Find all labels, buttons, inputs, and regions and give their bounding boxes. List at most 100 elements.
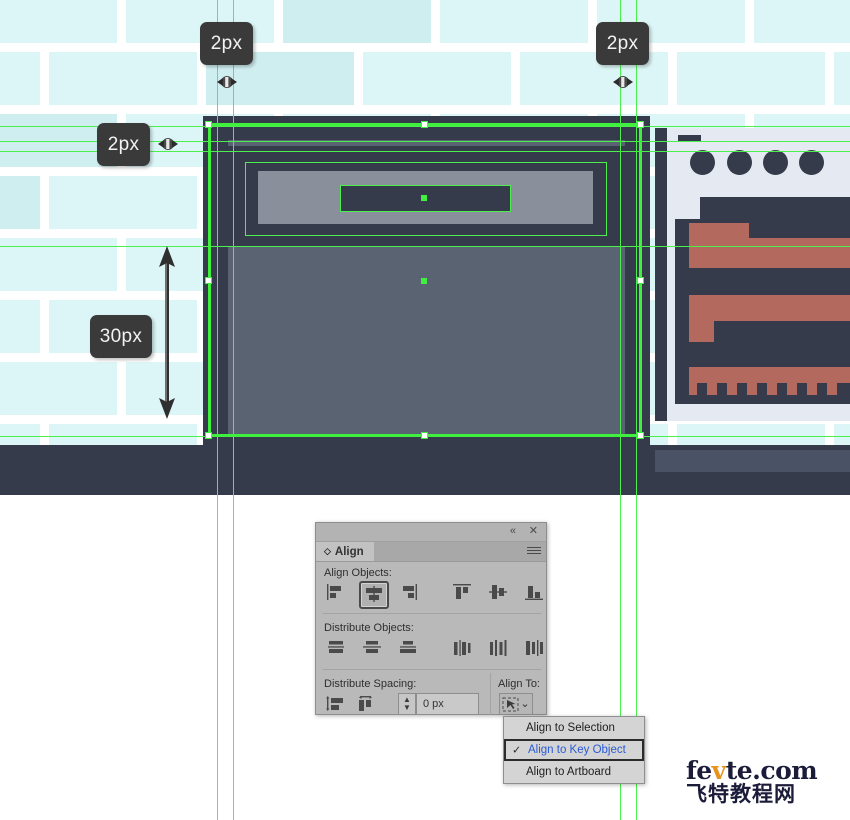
anchor-top-left[interactable]: [205, 121, 212, 128]
spacing-button-horizontal-distribute-spacing[interactable]: [353, 693, 379, 717]
double-arrow-cursor-icon: [216, 71, 238, 93]
right-panel-dot-3: [763, 150, 788, 175]
tab-align[interactable]: ◇ Align: [316, 542, 374, 561]
center-point-object: [421, 278, 427, 284]
right-bar-1a: [689, 223, 749, 239]
vertical-distribute-top-icon: [326, 639, 346, 660]
brick-tile: [834, 52, 850, 105]
anchor-bottom-right[interactable]: [637, 432, 644, 439]
align-button-vertical-align-center[interactable]: [485, 581, 511, 605]
anchor-middle-right[interactable]: [637, 277, 644, 284]
anchor-top-right[interactable]: [637, 121, 644, 128]
align-button-horizontal-align-right[interactable]: [395, 581, 421, 605]
selection-field-left: [340, 185, 341, 212]
align-to-button[interactable]: ⌄: [499, 693, 533, 715]
tab-align-grip-icon: ◇: [324, 546, 331, 556]
right-panel-notch: [675, 197, 700, 219]
horizontal-align-right-icon: [398, 583, 418, 604]
distribute-button-horizontal-distribute-right[interactable]: [521, 637, 547, 661]
brick-tile: [440, 0, 588, 43]
watermark-domain-b: te.com: [725, 756, 818, 785]
right-comb-1: [707, 383, 717, 395]
watermark-domain-a: fe: [686, 756, 712, 785]
panel-titlebar[interactable]: « ✕: [316, 523, 546, 542]
spacing-stepper[interactable]: ▲ ▼: [398, 693, 416, 715]
distribute-button-vertical-distribute-bottom[interactable]: [395, 637, 421, 661]
measure-badge-top-right-gap: 2px: [596, 22, 649, 65]
selection-field-top: [340, 185, 511, 186]
align-to-chevron-icon[interactable]: ⌄: [520, 699, 529, 710]
divider-2: [323, 669, 541, 670]
selection-inner-right: [606, 162, 607, 236]
align-to-label: Align To:: [498, 678, 540, 690]
selection-field-bottom: [340, 211, 511, 212]
brick-tile: [283, 0, 431, 43]
horizontal-align-center-icon: [364, 585, 384, 606]
right-panel-left-edge: [655, 128, 667, 421]
measure-badge-left-gap: 2px: [97, 123, 150, 166]
collapse-icon[interactable]: «: [510, 526, 516, 537]
brick-tile: [754, 0, 850, 43]
right-comb-4: [767, 383, 777, 395]
anchor-bottom-center[interactable]: [421, 432, 428, 439]
vertical-align-bottom-icon: [524, 583, 544, 604]
brick-tile: [0, 300, 40, 353]
dropdown-item-label: Align to Selection: [526, 722, 615, 734]
close-icon[interactable]: ✕: [529, 526, 538, 537]
anchor-bottom-left[interactable]: [205, 432, 212, 439]
horizontal-distribute-center-icon: [488, 639, 508, 660]
brick-tile: [677, 52, 825, 105]
brick-tile: [0, 52, 40, 105]
center-point-field: [421, 195, 427, 201]
anchor-middle-left[interactable]: [205, 277, 212, 284]
anchor-top-center[interactable]: [421, 121, 428, 128]
horizontal-distribute-spacing-icon: [356, 695, 376, 716]
distribute-button-horizontal-distribute-center[interactable]: [485, 637, 511, 661]
panel-tab-strip[interactable]: ◇ Align: [316, 542, 546, 562]
distribute-objects-label: Distribute Objects:: [324, 622, 414, 634]
dropdown-item-label: Align to Key Object: [528, 744, 626, 756]
right-comb-5: [787, 383, 797, 395]
align-to-dropdown[interactable]: Align to Selection ✓ Align to Key Object Al…: [503, 716, 645, 784]
screenshot-root: 2px 2px 2px 30px « ✕ ◇ Align Align Objects:…: [0, 0, 850, 820]
key-object-icon: [502, 697, 519, 711]
brick-tile: [0, 0, 117, 43]
panel-menu-icon[interactable]: [527, 547, 541, 556]
measure-arrow-vertical: [159, 246, 175, 419]
measure-badge-top-left-gap: 2px: [200, 22, 253, 65]
brick-tile: [0, 176, 40, 229]
dropdown-item-1[interactable]: ✓ Align to Key Object: [504, 739, 644, 761]
right-comb-6: [807, 383, 817, 395]
dropdown-item-2[interactable]: Align to Artboard: [504, 761, 644, 783]
selection-inner-bottom: [245, 235, 607, 236]
right-bar-2b: [689, 320, 714, 342]
divider-1: [323, 613, 541, 614]
illustration-base-inner: [655, 450, 850, 472]
distribute-spacing-label: Distribute Spacing:: [324, 678, 417, 690]
align-button-vertical-align-top[interactable]: [449, 581, 475, 605]
vertical-distribute-spacing-icon: [326, 695, 346, 716]
vertical-distribute-bottom-icon: [398, 639, 418, 660]
align-button-vertical-align-bottom[interactable]: [521, 581, 547, 605]
distribute-button-vertical-distribute-top[interactable]: [323, 637, 349, 661]
horizontal-distribute-left-icon: [452, 639, 472, 660]
selection-field-right: [510, 185, 511, 212]
align-panel[interactable]: « ✕ ◇ Align Align Objects: Distribute Ob…: [315, 522, 547, 715]
distribute-button-vertical-distribute-center[interactable]: [359, 637, 385, 661]
check-icon: ✓: [512, 744, 522, 757]
stepper-down-icon[interactable]: ▼: [403, 704, 411, 712]
distribute-button-horizontal-distribute-left[interactable]: [449, 637, 475, 661]
divider-3: [490, 673, 491, 715]
right-bar-1b: [689, 238, 850, 268]
selection-inner-left: [245, 162, 246, 236]
spacing-input[interactable]: 0 px: [416, 693, 479, 715]
horizontal-align-left-icon: [326, 583, 346, 604]
spacing-button-vertical-distribute-spacing[interactable]: [323, 693, 349, 717]
double-arrow-cursor-icon: [612, 71, 634, 93]
vertical-align-top-icon: [452, 583, 472, 604]
align-button-horizontal-align-center[interactable]: [359, 581, 389, 609]
watermark: fevte.com 飞特教程网: [686, 758, 836, 808]
align-button-horizontal-align-left[interactable]: [323, 581, 349, 605]
dropdown-item-0[interactable]: Align to Selection: [504, 717, 644, 739]
brick-tile: [0, 362, 117, 415]
